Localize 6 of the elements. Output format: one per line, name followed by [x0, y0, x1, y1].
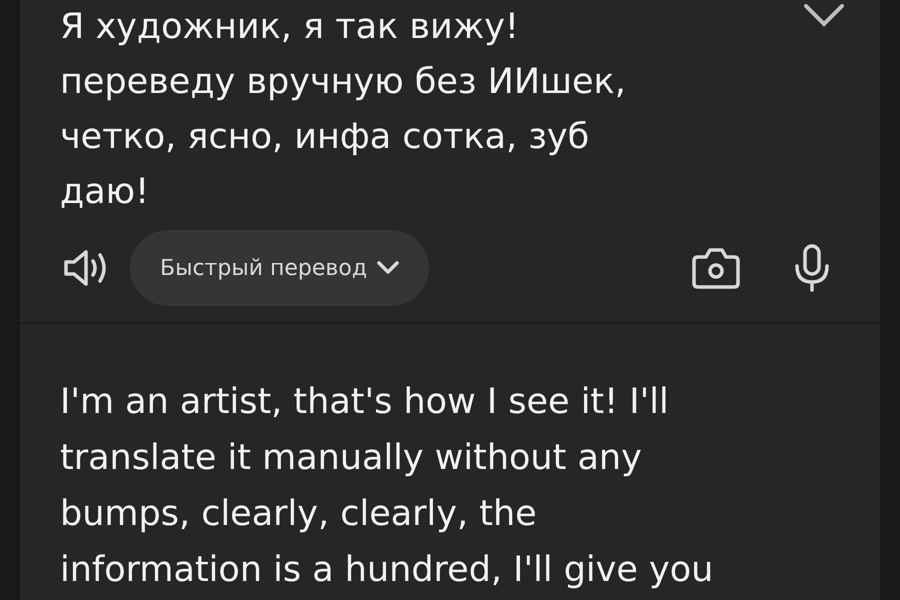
microphone-icon[interactable] — [794, 244, 830, 292]
source-text[interactable]: Я художник, я так вижу! переведу вручную без ИИшек, четко, ясно, инфа сотка, зуб даю! — [60, 0, 804, 220]
chevron-icon — [377, 261, 400, 275]
translation-mode-dropdown[interactable]: Быстрый перевод — [130, 230, 430, 306]
translation-text: I'm an artist, that's how I see it! I'll translate it manually without any bumps, clearly, clearly, the information is a hundred, I'll give you — [59, 381, 714, 592]
camera-icon[interactable] — [692, 247, 740, 289]
